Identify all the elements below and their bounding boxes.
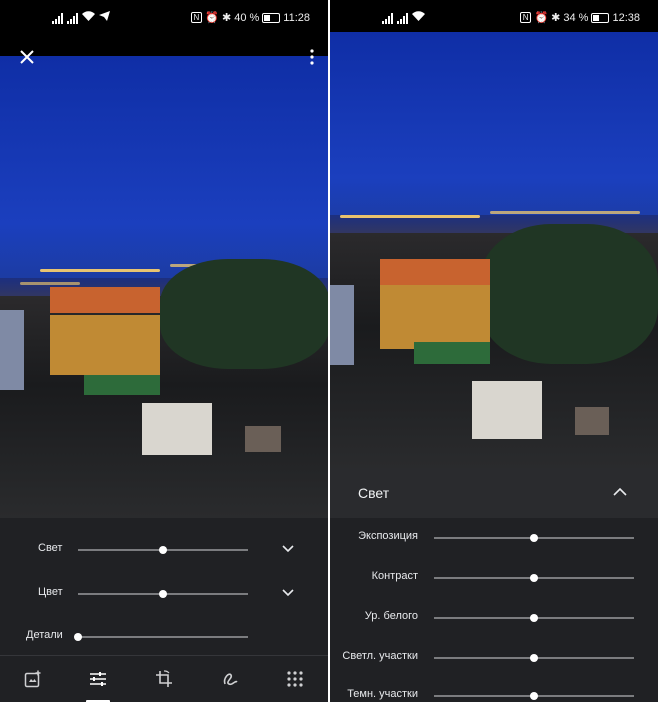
tool-more[interactable] xyxy=(281,665,309,693)
control-row-highlights: Светл. участки xyxy=(330,646,658,670)
adjust-panel: Свет Цвет Детали xyxy=(0,518,328,702)
grid-icon xyxy=(287,671,303,687)
telegram-icon xyxy=(99,11,110,24)
battery-percent: 34 % xyxy=(563,11,589,24)
highlights-slider[interactable] xyxy=(434,654,634,662)
chevron-down-icon[interactable] xyxy=(281,586,295,600)
tool-add-photo[interactable] xyxy=(19,665,47,693)
control-label: Детали xyxy=(26,629,63,641)
signal-icon xyxy=(67,13,78,24)
phone-right: N ⏰ ✱ 34 % 12:38 Свет Экспозиция Контрас… xyxy=(330,0,658,702)
control-row-whites: Ур. белого xyxy=(330,606,658,630)
battery-percent: 40 % xyxy=(234,11,260,24)
slider-thumb[interactable] xyxy=(74,633,82,641)
section-title: Свет xyxy=(358,485,390,501)
control-row-details: Детали xyxy=(0,625,328,649)
section-header[interactable]: Свет xyxy=(330,468,658,519)
tune-icon xyxy=(90,672,107,686)
close-button[interactable] xyxy=(16,46,38,68)
control-label: Контраст xyxy=(371,570,418,582)
color-slider[interactable] xyxy=(78,590,248,598)
bluetooth-icon: ✱ xyxy=(221,12,232,24)
signal-icon xyxy=(382,13,393,24)
slider-thumb[interactable] xyxy=(159,590,167,598)
nfc-icon: N xyxy=(190,12,203,23)
status-right: N ⏰ ✱ 34 % 12:38 xyxy=(519,11,640,24)
whites-slider[interactable] xyxy=(434,614,634,622)
control-row-exposure: Экспозиция xyxy=(330,526,658,550)
bottom-toolbar xyxy=(0,655,328,702)
add-photo-icon xyxy=(24,670,41,688)
tool-tune[interactable] xyxy=(84,665,112,702)
tool-markup[interactable] xyxy=(216,665,244,693)
photo-preview xyxy=(330,32,658,468)
photo-preview xyxy=(0,56,328,518)
slider-thumb[interactable] xyxy=(530,574,538,582)
slider-thumb[interactable] xyxy=(530,614,538,622)
more-menu-button[interactable] xyxy=(304,46,320,68)
slider-thumb[interactable] xyxy=(530,692,538,700)
close-icon xyxy=(20,50,34,64)
light-slider[interactable] xyxy=(78,546,248,554)
clock: 12:38 xyxy=(612,11,640,24)
crop-rotate-icon xyxy=(155,670,172,687)
control-row-light: Свет xyxy=(0,538,328,562)
signal-icon xyxy=(397,13,408,24)
shadows-slider[interactable] xyxy=(434,692,634,700)
control-label: Ур. белого xyxy=(364,610,418,622)
control-label: Темн. участки xyxy=(347,688,418,700)
slider-thumb[interactable] xyxy=(530,654,538,662)
slider-thumb[interactable] xyxy=(159,546,167,554)
status-bar: N ⏰ ✱ 34 % 12:38 xyxy=(330,0,658,32)
contrast-slider[interactable] xyxy=(434,574,634,582)
light-panel: Свет Экспозиция Контраст Ур. белого Свет… xyxy=(330,468,658,702)
bluetooth-icon: ✱ xyxy=(551,12,561,24)
more-vert-icon xyxy=(310,49,314,65)
battery-icon xyxy=(591,12,610,23)
chevron-up-icon[interactable] xyxy=(612,486,628,498)
editor-top-bar xyxy=(0,36,328,56)
exposure-slider[interactable] xyxy=(434,534,634,542)
clock: 11:28 xyxy=(283,11,310,24)
phone-left: N ⏰ ✱ 40 % 11:28 Свет Цвет Детали xyxy=(0,0,328,702)
wifi-icon xyxy=(82,11,95,24)
alarm-icon: ⏰ xyxy=(205,12,219,24)
control-row-color: Цвет xyxy=(0,582,328,606)
signal-indicators xyxy=(382,11,425,24)
status-bar: N ⏰ ✱ 40 % 11:28 xyxy=(0,0,328,36)
details-slider[interactable] xyxy=(74,633,248,641)
control-label: Экспозиция xyxy=(358,530,418,542)
status-right: N ⏰ ✱ 40 % 11:28 xyxy=(190,11,310,24)
alarm-icon: ⏰ xyxy=(534,12,549,24)
battery-icon xyxy=(262,12,281,23)
control-label: Свет xyxy=(38,542,63,554)
signal-indicators xyxy=(52,11,110,24)
control-label: Цвет xyxy=(38,586,63,598)
chevron-down-icon[interactable] xyxy=(281,542,295,556)
signal-icon xyxy=(52,13,63,24)
control-row-contrast: Контраст xyxy=(330,566,658,590)
nfc-icon: N xyxy=(519,12,532,23)
markup-icon xyxy=(223,673,238,686)
light-controls-list: Экспозиция Контраст Ур. белого Светл. уч… xyxy=(330,518,658,702)
slider-thumb[interactable] xyxy=(530,534,538,542)
control-label: Светл. участки xyxy=(342,650,418,662)
tool-crop-rotate[interactable] xyxy=(150,665,178,693)
control-row-shadows: Темн. участки xyxy=(330,684,658,702)
wifi-icon xyxy=(412,11,425,24)
